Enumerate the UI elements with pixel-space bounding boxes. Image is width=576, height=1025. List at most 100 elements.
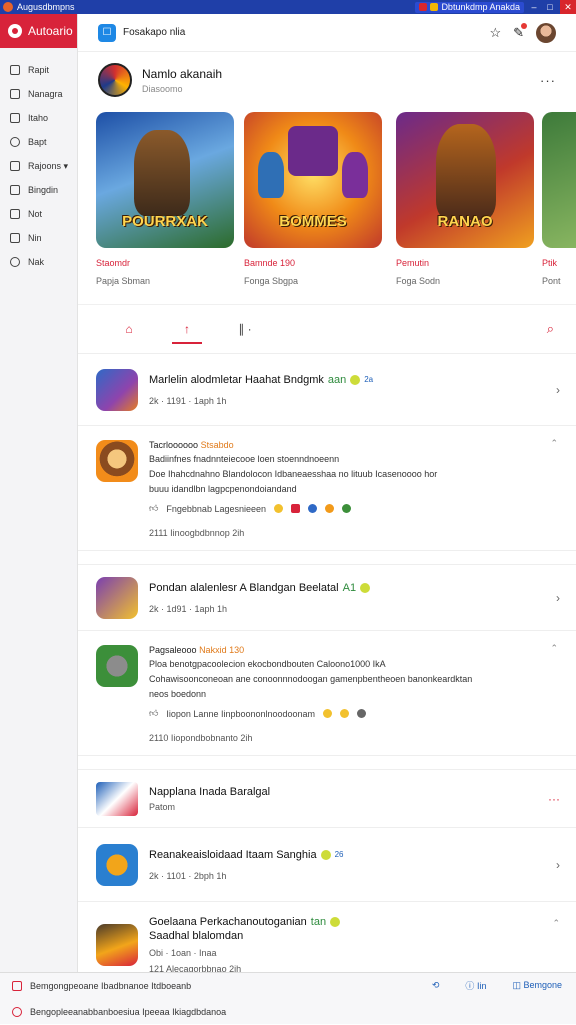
post-text-line: Badiinfnes fnadnnteiecooe loen stoenndno… [149,454,340,464]
post-avatar[interactable] [96,645,138,687]
sidebar-item-1[interactable]: Nanagra [0,82,77,106]
game-card-subtitle: Foga Sodn [396,276,441,286]
game-card-3[interactable]: Ptik Pont [542,112,576,286]
topbar: ☐ Fosakapo nlia ☆ ✎ [78,14,576,52]
game-card-0[interactable]: POURRXAK Staomdr Papja Sbman [96,112,234,286]
game-card-2[interactable]: RANAO Pemutin Foga Sodn [396,112,534,286]
app-logo-icon[interactable]: ☐ [98,23,116,42]
game-card-title: Bamnde 190 [244,258,296,268]
post-tag: Stsabdo [200,440,234,450]
sidebar-item-4[interactable]: Rajoons ▾ [0,154,77,178]
sidebar-item-0[interactable]: Rapit [0,58,77,82]
main-content: Namlo akanaih Diasoomo ··· POURRXAK Stao… [78,52,576,972]
post-author[interactable]: Tacrloooooo [149,440,198,450]
game-card-image: RANAO [396,112,534,248]
reaction-icon[interactable] [357,709,367,718]
list-item-title: Pondan alalenlesr A Blandgan Beelatal [149,581,339,594]
reaction-icon[interactable] [291,504,300,513]
post: Tacrloooooo Stsabdo Badiinfnes fnadnntei… [78,426,576,551]
game-card-image: POURRXAK [96,112,234,248]
star-reaction-icon[interactable] [274,504,283,513]
item-menu-icon[interactable]: ⌃ [552,918,560,929]
post-link[interactable]: buuu idandlbn lagpcpenondoiandand [149,484,558,495]
user-avatar[interactable] [536,22,556,43]
post-author[interactable]: Pagsaleooo [149,645,197,655]
sidebar: Autoario Rapit Nanagra Itaho Bapt Rajoon… [0,14,78,972]
post-text-line: Ploa benotgpacoolecion ekocbondbouten Ca… [149,659,386,669]
reaction-icon[interactable] [342,504,351,513]
post-footer: 2111 Iinoogbdbnnop 2ih [149,528,245,538]
list-item-subtitle: Saadhal blalomdan [149,929,244,942]
alert-icon [12,981,22,991]
list-item[interactable]: Marlelin alodmletar Haahat Bndgmk aan 2a 2… [78,354,576,426]
game-card-subtitle: Fonga Sbgpa [244,276,299,286]
refresh-icon[interactable]: ⟲ [432,980,440,991]
game-card-1[interactable]: BOMMES Bamnde 190 Fonga Sbgpa [244,112,382,286]
inbox-icon [10,89,20,99]
verified-badge-icon [350,374,361,385]
sidebar-item-5[interactable]: Bingdin [0,178,77,202]
status-link-1[interactable]: ⓘ Iin [465,979,486,992]
status-link-label: Bemgone [523,980,562,990]
doc-icon [10,185,20,195]
section-subtitle: Patom [149,801,176,812]
star-icon[interactable]: ☆ [489,25,501,41]
tab-stats[interactable]: ∥ · [216,304,274,354]
section-thumbnail [96,781,138,816]
list-item[interactable]: Pondan alalenlesr A Blandgan Beelatal A1 … [78,565,576,631]
list-item-tag: tan [310,915,327,928]
list-item-tag: A1 [342,581,357,594]
chevron-right-icon[interactable]: › [556,858,560,872]
status-bar: Bemgongpeoane Ibadbnanoe Itdboeanb Bengo… [0,972,576,1024]
profile-avatar[interactable] [98,63,132,97]
square-icon [10,65,20,75]
close-button[interactable]: ✕ [560,0,576,14]
star-reaction-icon[interactable] [323,709,333,718]
brand-name: Autoario [28,24,73,38]
list-item[interactable]: Reanakeaisloidaad Itaam Sanghia 26 2k · 1… [78,828,576,902]
sidebar-item-3[interactable]: Bapt [0,130,77,154]
divider [78,551,576,565]
more-options-icon[interactable]: ··· [540,73,556,88]
list-item-badge-text: 2a [364,375,374,384]
star-reaction-icon[interactable] [340,709,350,718]
brand[interactable]: Autoario [0,14,77,48]
reaction-icon[interactable] [308,504,317,513]
tab-upload[interactable]: ↑ [158,304,216,354]
sidebar-item-8[interactable]: Nak [0,250,77,274]
chevron-right-icon[interactable]: › [556,383,560,397]
list-item[interactable]: Goelaana Perkachanoutoganian tan Saadhal … [78,902,576,972]
game-thumbnail [96,368,138,411]
sidebar-item-2[interactable]: Itaho [0,106,77,130]
list-item-title: Reanakeaisloidaad Itaam Sanghia [149,848,317,861]
game-card-image [542,112,576,248]
sidebar-item-6[interactable]: Not [0,202,77,226]
sidebar-item-label: Nanagra [28,89,63,99]
notification-icon[interactable]: ✎ [513,22,527,41]
post-avatar[interactable] [96,440,138,482]
list-item-meta: 2k · 1191 · 1aph 1h [149,395,227,406]
play-icon [10,161,20,171]
sidebar-item-label: Rapit [28,65,50,75]
reaction-icon[interactable] [325,504,334,513]
like-icon[interactable]: 👍︎ [149,503,158,514]
post-menu-icon[interactable]: ⌃ [550,438,558,449]
search-icon[interactable]: ⌕ [547,321,554,337]
profile-header: Namlo akanaih Diasoomo ··· [78,52,576,108]
taskbar-pill[interactable]: Dbtunkdmp Anakda [415,1,524,13]
divider [78,756,576,770]
minimize-button[interactable]: – [528,2,540,12]
tab-home[interactable]: ⌂ [100,304,158,354]
like-icon[interactable]: 👍︎ [149,708,158,719]
more-options-icon[interactable]: ··· [548,792,560,806]
app-name: Fosakapo nlia [123,27,186,38]
section-header: Napplana Inada Baralgal Patom ··· [78,770,576,828]
chevron-right-icon[interactable]: › [556,591,560,605]
post-menu-icon[interactable]: ⌃ [550,643,558,654]
post-actions-text: Fngebbnab Lagesnieeen [166,503,266,514]
list-item-meta: 2k · 1101 · 2bph 1h [149,870,227,881]
status-link-2[interactable]: ◫ Bemgone [512,980,562,991]
maximize-button[interactable]: □ [544,2,556,12]
sidebar-item-7[interactable]: Nin [0,226,77,250]
verified-badge-icon [320,849,331,860]
